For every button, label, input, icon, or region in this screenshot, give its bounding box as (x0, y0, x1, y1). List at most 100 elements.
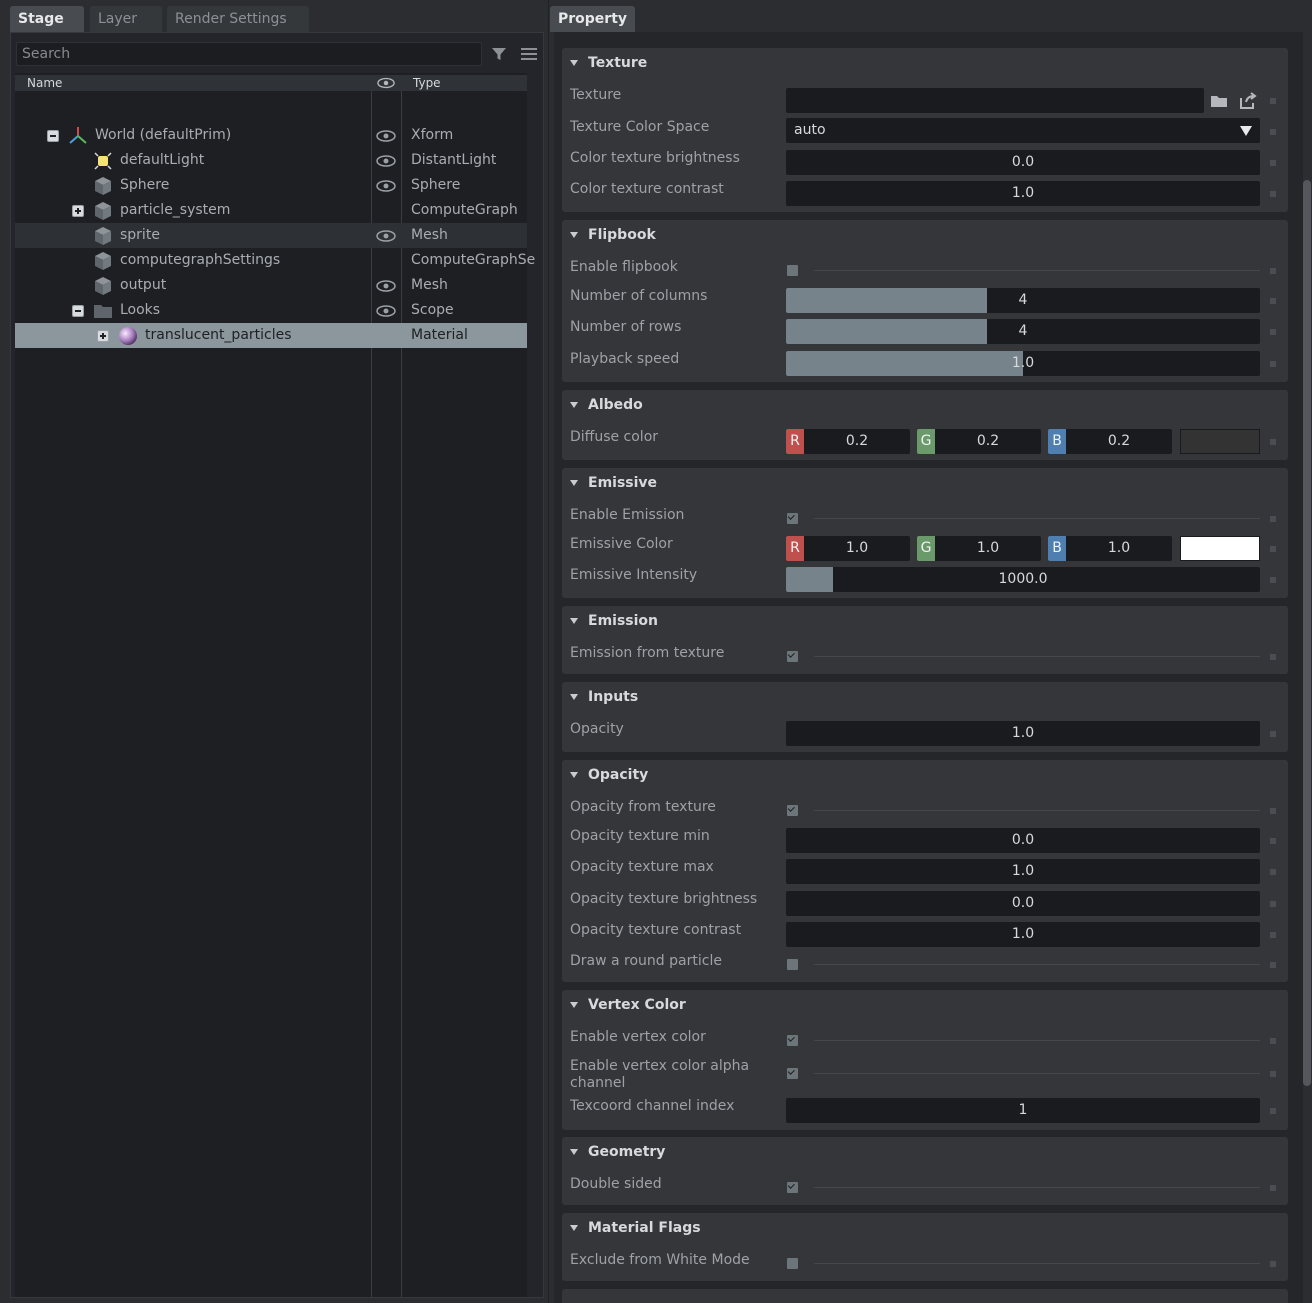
visibility-eye-icon[interactable] (376, 130, 396, 142)
visibility-eye-icon[interactable] (376, 155, 396, 167)
diffuse-g-field[interactable]: G 0.2 (917, 429, 1041, 454)
diffuse-r-field[interactable]: R 0.2 (786, 429, 910, 454)
opacity-field[interactable]: 1.0 (786, 721, 1260, 746)
tree-row[interactable]: output Mesh (15, 273, 527, 298)
texture-path-field[interactable] (786, 88, 1204, 113)
collapse-icon[interactable] (72, 305, 84, 317)
enable-vertex-color-alpha-checkbox[interactable] (787, 1068, 798, 1079)
enable-emission-checkbox[interactable] (787, 513, 798, 524)
reset-dot[interactable] (1270, 1185, 1276, 1191)
expand-icon[interactable] (97, 330, 109, 342)
collapse-icon[interactable] (47, 130, 59, 142)
collapse-arrow-icon[interactable] (570, 60, 578, 66)
section-title[interactable]: Emission (588, 613, 658, 629)
collapse-arrow-icon[interactable] (570, 1002, 578, 1008)
diffuse-b-field[interactable]: B 0.2 (1048, 429, 1172, 454)
emissive-color-swatch[interactable] (1180, 536, 1260, 561)
reset-dot[interactable] (1270, 1261, 1276, 1267)
reset-dot[interactable] (1270, 962, 1276, 968)
section-title[interactable]: Texture (588, 55, 647, 71)
tree-row[interactable]: translucent_particles Material (15, 323, 527, 348)
section-title[interactable]: Material Flags (588, 1220, 701, 1236)
visibility-eye-icon[interactable] (376, 230, 396, 242)
expand-icon[interactable] (72, 205, 84, 217)
reset-dot[interactable] (1270, 546, 1276, 552)
tree-row[interactable]: Sphere Sphere (15, 173, 527, 198)
emissive-intensity-slider[interactable]: 1000.0 (786, 567, 1260, 592)
section-title[interactable]: Geometry (588, 1144, 665, 1160)
emissive-g-field[interactable]: G 1.0 (917, 536, 1041, 561)
tree-row[interactable]: World (defaultPrim) Xform (15, 123, 527, 148)
color-texture-brightness-field[interactable]: 0.0 (786, 150, 1260, 175)
reset-dot[interactable] (1270, 838, 1276, 844)
collapse-arrow-icon[interactable] (570, 772, 578, 778)
tab-layer[interactable]: Layer (90, 6, 162, 32)
visibility-eye-icon[interactable] (376, 305, 396, 317)
reset-dot[interactable] (1270, 268, 1276, 274)
number-of-rows-slider[interactable]: 4 (786, 319, 1260, 344)
collapse-arrow-icon[interactable] (570, 1225, 578, 1231)
opacity-texture-brightness-field[interactable]: 0.0 (786, 891, 1260, 916)
collapse-arrow-icon[interactable] (570, 694, 578, 700)
opacity-from-texture-checkbox[interactable] (787, 805, 798, 816)
menu-icon[interactable] (519, 44, 539, 64)
search-input[interactable]: Search (16, 42, 482, 66)
tree-row[interactable]: sprite Mesh (15, 223, 527, 248)
visibility-header-icon[interactable] (377, 77, 395, 89)
opacity-texture-min-field[interactable]: 0.0 (786, 828, 1260, 853)
emissive-b-field[interactable]: B 1.0 (1048, 536, 1172, 561)
reset-dot[interactable] (1270, 439, 1276, 445)
folder-icon[interactable] (1208, 90, 1230, 112)
reset-dot[interactable] (1270, 298, 1276, 304)
opacity-texture-max-field[interactable]: 1.0 (786, 859, 1260, 884)
column-type-header[interactable]: Type (413, 75, 441, 91)
reset-dot[interactable] (1270, 1071, 1276, 1077)
section-title[interactable]: Vertex Color (588, 997, 686, 1013)
visibility-eye-icon[interactable] (376, 180, 396, 192)
section-title[interactable]: Opacity (588, 767, 648, 783)
tab-render-settings[interactable]: Render Settings (167, 6, 309, 32)
color-texture-contrast-field[interactable]: 1.0 (786, 181, 1260, 206)
double-sided-checkbox[interactable] (787, 1182, 798, 1193)
reset-dot[interactable] (1270, 191, 1276, 197)
playback-speed-slider[interactable]: 1.0 (786, 351, 1260, 376)
tree-row[interactable]: defaultLight DistantLight (15, 148, 527, 173)
visibility-eye-icon[interactable] (376, 280, 396, 292)
section-title[interactable]: Emissive (588, 475, 657, 491)
texcoord-channel-index-field[interactable]: 1 (786, 1098, 1260, 1123)
collapse-arrow-icon[interactable] (570, 480, 578, 486)
reset-dot[interactable] (1270, 516, 1276, 522)
filter-icon[interactable] (489, 44, 509, 64)
tab-stage[interactable]: Stage (10, 6, 84, 32)
emissive-r-field[interactable]: R 1.0 (786, 536, 910, 561)
reset-dot[interactable] (1270, 329, 1276, 335)
reset-dot[interactable] (1270, 1038, 1276, 1044)
collapse-arrow-icon[interactable] (570, 1149, 578, 1155)
column-name-header[interactable]: Name (27, 75, 62, 91)
reset-dot[interactable] (1270, 361, 1276, 367)
tree-row[interactable]: computegraphSettings ComputeGraphSe (15, 248, 535, 273)
opacity-texture-contrast-field[interactable]: 1.0 (786, 922, 1260, 947)
reset-dot[interactable] (1270, 654, 1276, 660)
emission-from-texture-checkbox[interactable] (787, 651, 798, 662)
tab-property[interactable]: Property (550, 6, 636, 32)
collapse-arrow-icon[interactable] (570, 402, 578, 408)
reset-dot[interactable] (1270, 901, 1276, 907)
reset-dot[interactable] (1270, 577, 1276, 583)
tree-row[interactable]: Looks Scope (15, 298, 527, 323)
enable-flipbook-checkbox[interactable] (787, 265, 798, 276)
section-title[interactable]: Albedo (588, 397, 643, 413)
number-of-columns-slider[interactable]: 4 (786, 288, 1260, 313)
collapse-arrow-icon[interactable] (570, 232, 578, 238)
enable-vertex-color-checkbox[interactable] (787, 1035, 798, 1046)
reset-dot[interactable] (1270, 1108, 1276, 1114)
exclude-from-white-mode-checkbox[interactable] (787, 1258, 798, 1269)
reset-dot[interactable] (1270, 160, 1276, 166)
draw-round-particle-checkbox[interactable] (787, 959, 798, 970)
reset-dot[interactable] (1270, 869, 1276, 875)
scrollbar[interactable] (1303, 180, 1311, 1086)
texture-color-space-dropdown[interactable]: auto (786, 118, 1260, 143)
tree-row[interactable]: particle_system ComputeGraph (15, 198, 527, 223)
collapse-arrow-icon[interactable] (570, 618, 578, 624)
section-title[interactable]: Flipbook (588, 227, 656, 243)
